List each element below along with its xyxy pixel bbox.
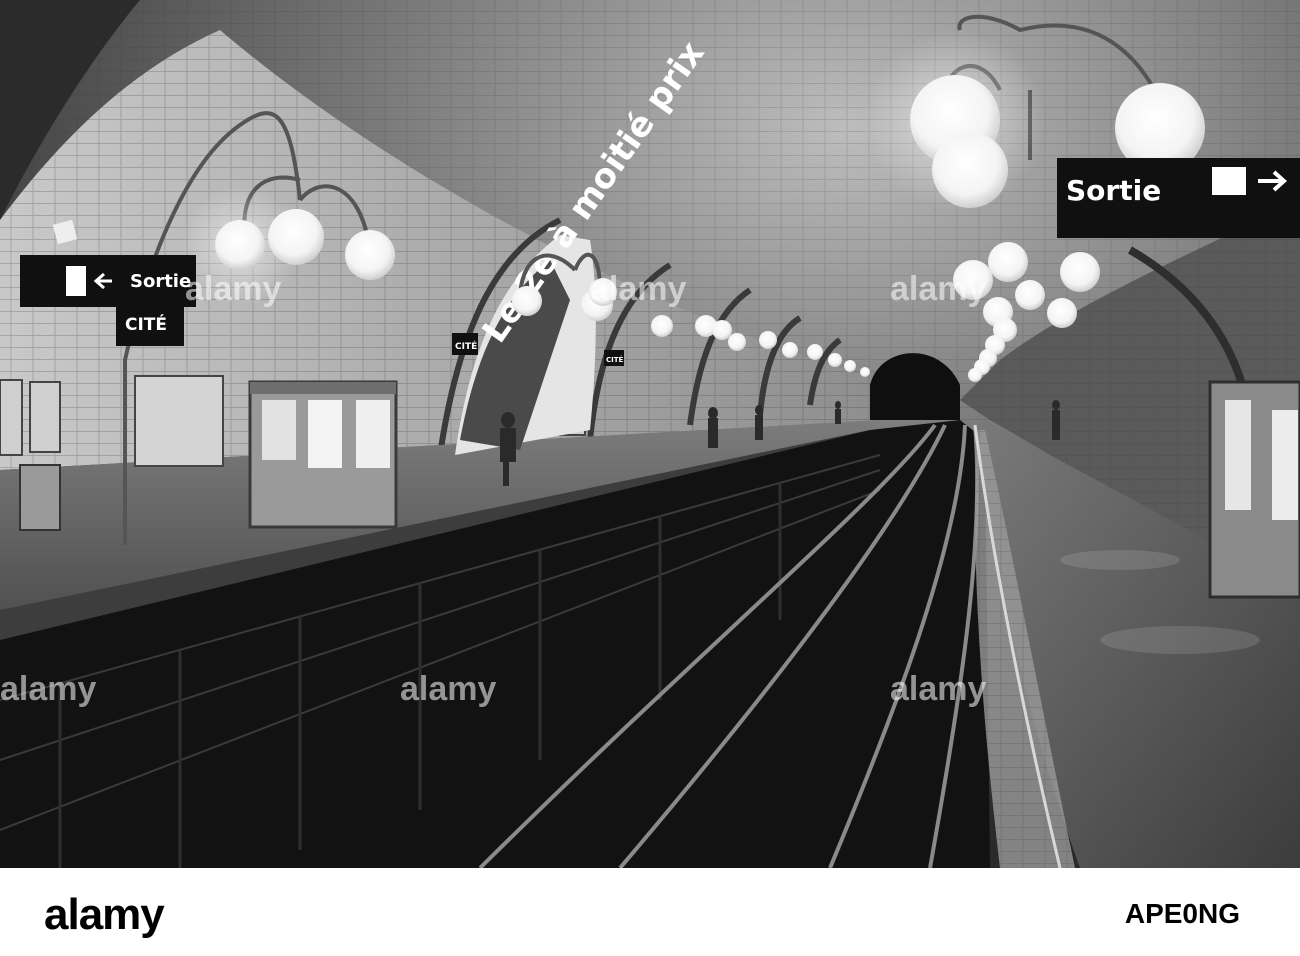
station-name-sign-left: CITÉ bbox=[116, 302, 184, 346]
vending-machine-right bbox=[1208, 380, 1300, 599]
footer-bar: alamy APE0NG bbox=[0, 868, 1300, 956]
station-name-sign-mid: CITÉ bbox=[452, 333, 478, 355]
watermark-text-2: alamy bbox=[590, 270, 686, 308]
sortie-sign-main-label: Sortie bbox=[1066, 174, 1161, 207]
sortie-sign-main: Sortie bbox=[1057, 158, 1300, 238]
vending-machines bbox=[248, 380, 398, 529]
station-name-left: CITÉ bbox=[125, 313, 167, 335]
watermark-text-4: alamy bbox=[0, 670, 96, 708]
sortie-sign-left-label: Sortie bbox=[130, 271, 191, 292]
station-name-mid: CITÉ bbox=[455, 340, 477, 352]
station-name-sign-far: CITÉ bbox=[604, 350, 624, 366]
alamy-logo: alamy bbox=[44, 890, 165, 939]
metro-station-photo: Le 2e à moitié prix Sortie Sortie CITÉ C… bbox=[0, 0, 1300, 868]
watermark-text-1: alamy bbox=[185, 270, 281, 308]
watermark-text-6: alamy bbox=[890, 670, 986, 708]
station-name-far: CITÉ bbox=[606, 355, 624, 364]
image-id: APE0NG bbox=[1124, 898, 1240, 929]
sortie-sign-left: Sortie bbox=[20, 255, 196, 307]
watermark-text-5: alamy bbox=[400, 670, 496, 708]
trash-bin bbox=[19, 464, 61, 531]
watermark-text-3: alamy bbox=[890, 270, 986, 308]
